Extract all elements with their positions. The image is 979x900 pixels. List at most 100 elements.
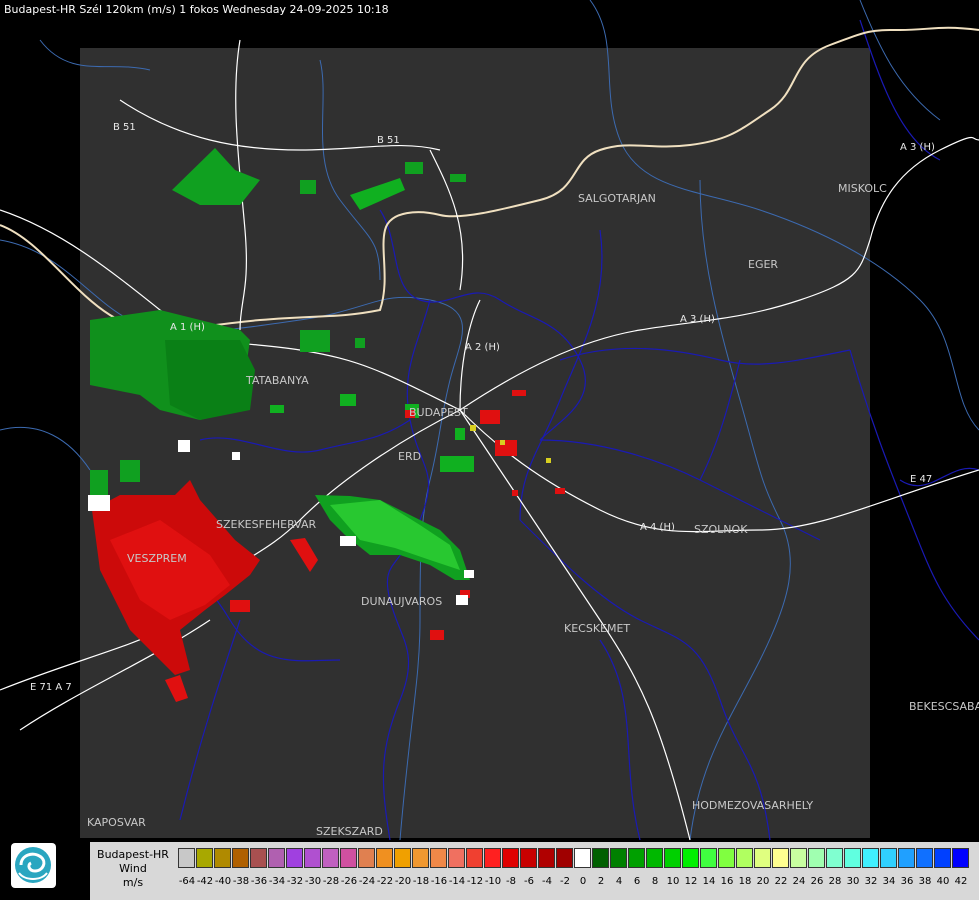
road-label: E 71 A 7 [30,682,72,693]
city-label: KECSKEMET [564,622,630,635]
legend-swatch [502,848,519,868]
legend-swatch [430,848,447,868]
road-label: B 51 [113,122,136,133]
legend-tick-label: -24 [358,876,376,887]
legend-swatch [700,848,717,868]
city-label: MISKOLC [838,182,887,195]
legend-tick-label: -16 [430,876,448,887]
city-label: SZEKESFEHERVAR [216,518,317,531]
legend-tick-label: 32 [864,876,878,887]
legend-tick-label: 8 [651,876,659,887]
legend-swatch [934,848,951,868]
legend-tick-label: -38 [232,876,250,887]
legend-swatch [790,848,807,868]
city-label: EGER [748,258,778,271]
legend-tick-label: 18 [738,876,752,887]
legend-tick-label: -14 [448,876,466,887]
city-label: ERD [398,450,421,463]
radar-map: SALGOTARJAN MISKOLC EGER TATABANYA BUDAPEST E… [0,0,979,841]
legend-tick-label: -36 [250,876,268,887]
legend-tick-label: 36 [900,876,914,887]
legend-swatch [754,848,771,868]
road-label: A 3 (H) [900,142,935,153]
city-label: HODMEZOVASARHELY [692,799,813,812]
legend-tick-label: -34 [268,876,286,887]
legend-tick-label: -6 [524,876,534,887]
legend-swatch [592,848,609,868]
legend-swatch [862,848,879,868]
legend-tick-label: -4 [542,876,552,887]
legend-swatch [574,848,591,868]
map-title: Budapest-HR Szél 120km (m/s) 1 fokos Wed… [4,3,389,16]
legend-tick-label: 16 [720,876,734,887]
legend-tick-label: 40 [936,876,950,887]
city-label: KAPOSVAR [87,816,146,829]
legend-tick-label: -10 [484,876,502,887]
legend-swatch [880,848,897,868]
legend-swatch [340,848,357,868]
legend-tick-label: 20 [756,876,770,887]
legend-swatch [232,848,249,868]
legend-swatch [214,848,231,868]
city-label: SZEKSZARD [316,825,383,838]
legend-swatch [610,848,627,868]
legend-swatch [916,848,933,868]
swirl-logo-icon [15,847,51,883]
legend-tick-label: -42 [196,876,214,887]
legend-swatch [898,848,915,868]
legend-tick-label: -30 [304,876,322,887]
legend-swatch [268,848,285,868]
legend-tick-label: -40 [214,876,232,887]
legend-swatches [178,848,970,868]
legend-swatch [376,848,393,868]
legend-tick-label: 26 [810,876,824,887]
legend-tick-label: -20 [394,876,412,887]
legend-swatch [628,848,645,868]
legend-swatch [178,848,195,868]
legend-swatch [322,848,339,868]
legend-tick-label: 34 [882,876,896,887]
legend-tick-label: 30 [846,876,860,887]
legend-tick-label: 38 [918,876,932,887]
legend-tick-label: 0 [579,876,587,887]
legend-swatch [466,848,483,868]
legend-swatch [286,848,303,868]
legend-tick-label: -26 [340,876,358,887]
legend-title: Budapest-HR Wind m/s [90,848,176,890]
city-label: BUDAPEST [409,406,468,419]
legend-tick-label: -12 [466,876,484,887]
city-label: BEKESCSABA [909,700,979,713]
city-label: SALGOTARJAN [578,192,656,205]
legend-swatch [250,848,267,868]
legend-swatch [412,848,429,868]
legend-swatch [682,848,699,868]
legend-tick-label: -2 [560,876,570,887]
legend-tick-label: 6 [633,876,641,887]
legend-swatch [358,848,375,868]
legend-swatch [520,848,537,868]
legend-variable: Wind [119,862,147,875]
legend-swatch [808,848,825,868]
legend-tick-label: 28 [828,876,842,887]
legend-tick-label: -32 [286,876,304,887]
legend-swatch [538,848,555,868]
legend-tick-label: -8 [506,876,516,887]
road-label: A 4 (H) [640,522,675,533]
legend-swatch [556,848,573,868]
legend-swatch [844,848,861,868]
legend-tick-label: -22 [376,876,394,887]
road-label: A 3 (H) [680,314,715,325]
road-label: E 47 [910,474,932,485]
logo [11,843,56,888]
legend-swatch [484,848,501,868]
legend-swatch [394,848,411,868]
legend-swatch [304,848,321,868]
legend-tick-label: 14 [702,876,716,887]
road-label: A 2 (H) [465,342,500,353]
legend-tick-label: -64 [178,876,196,887]
color-legend: Budapest-HR Wind m/s -64 -42 -40 -38 -36 -34-… [90,842,979,900]
legend-swatch [646,848,663,868]
legend-tick-label: 24 [792,876,806,887]
legend-tick-label: 42 [954,876,968,887]
legend-tick-label: 12 [684,876,698,887]
